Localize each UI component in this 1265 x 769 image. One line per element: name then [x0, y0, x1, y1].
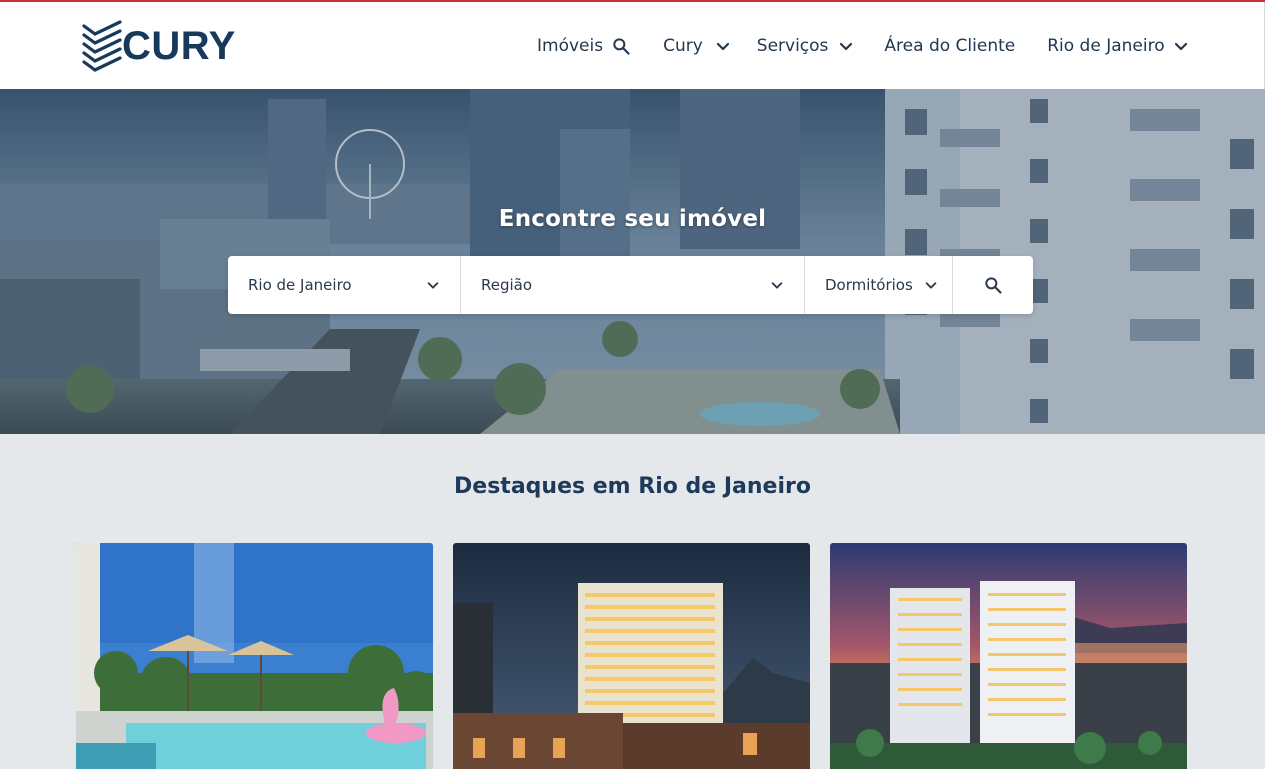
nav-cury[interactable]: Cury [663, 36, 731, 56]
city-select-value: Rio de Janeiro [248, 276, 352, 294]
city-select[interactable]: Rio de Janeiro [228, 256, 461, 314]
search-button[interactable] [953, 256, 1033, 314]
chevron-down-icon [840, 42, 853, 50]
nav-city-selector[interactable]: Rio de Janeiro [1047, 36, 1188, 56]
nav-cury-label: Cury [663, 35, 703, 56]
chevron-down-icon [925, 282, 937, 289]
search-icon [613, 37, 630, 55]
nav-imoveis[interactable]: Imóveis [537, 36, 631, 56]
hero-banner: Encontre seu imóvel Rio de Janeiro Regiã… [0, 89, 1265, 434]
chevron-down-icon [427, 282, 439, 289]
site-header: CURY Imóveis Cury Serviços Área do Clien… [0, 2, 1265, 89]
chevron-down-icon [1174, 42, 1187, 50]
nav-area-do-cliente[interactable]: Área do Cliente [884, 36, 1015, 56]
main-nav: Imóveis Cury Serviços Área do Cliente Ri… [537, 2, 1189, 89]
featured-section-title: Destaques em Rio de Janeiro [454, 474, 811, 499]
chevron-down-icon [716, 42, 729, 50]
region-select[interactable]: Região [461, 256, 805, 314]
property-image-pool [76, 543, 433, 769]
region-select-placeholder: Região [481, 276, 533, 294]
search-icon [985, 277, 1002, 294]
featured-property-card-2[interactable] [453, 543, 810, 769]
nav-city-label: Rio de Janeiro [1047, 35, 1165, 56]
cury-logo-mark-icon [82, 20, 122, 72]
bedrooms-select-placeholder: Dormitórios [825, 276, 913, 294]
nav-servicos-label: Serviços [756, 35, 829, 56]
property-image-towers-sunset [830, 543, 1187, 769]
chevron-down-icon [771, 282, 783, 289]
bedrooms-select[interactable]: Dormitórios [805, 256, 953, 314]
featured-property-card-1[interactable] [76, 543, 433, 769]
nav-area-do-cliente-label: Área do Cliente [884, 35, 1016, 56]
cury-logo[interactable]: CURY [80, 20, 250, 72]
hero-title: Encontre seu imóvel [498, 206, 767, 232]
nav-servicos[interactable]: Serviços [757, 36, 855, 56]
property-search-bar: Rio de Janeiro Região Dormitórios [228, 256, 1033, 314]
logo-text: CURY [122, 24, 236, 68]
nav-imoveis-label: Imóveis [537, 35, 604, 56]
property-image-tower-night [453, 543, 810, 769]
featured-property-card-3[interactable] [830, 543, 1187, 769]
